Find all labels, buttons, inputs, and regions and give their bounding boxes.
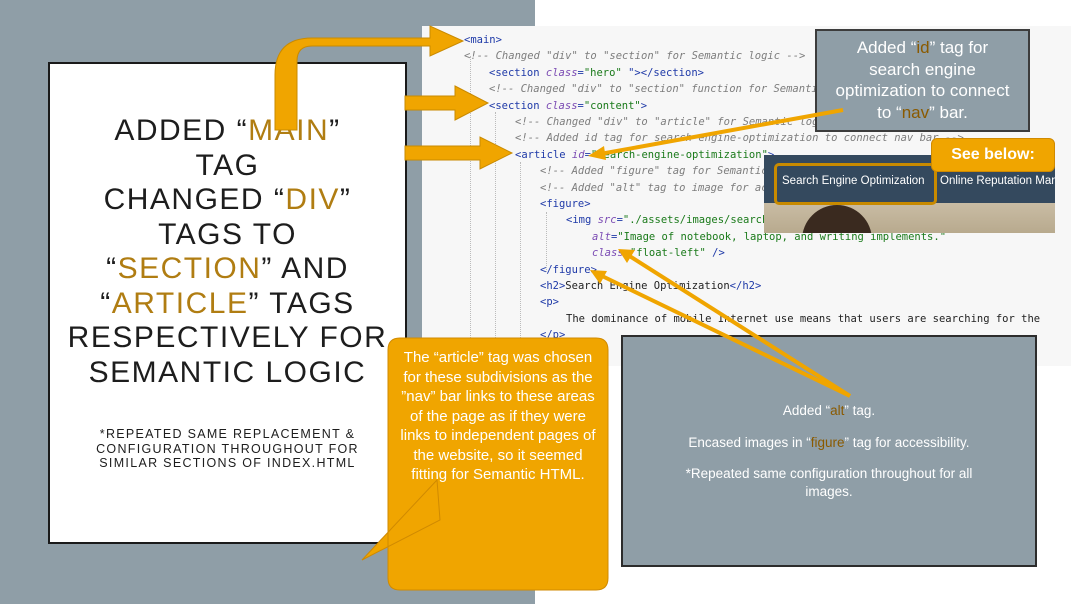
arrow-id-head	[588, 146, 606, 160]
annotation-arrows	[274, 25, 852, 591]
arrow-alt-line	[626, 253, 852, 398]
arrow-to-article	[404, 136, 514, 170]
arrow-figure-line	[599, 273, 851, 398]
arrow-to-main	[274, 25, 465, 131]
article-callout-text: The “article” tag was chosen for these s…	[400, 349, 596, 483]
arrow-to-section	[404, 85, 490, 121]
arrow-id-line	[599, 108, 844, 156]
